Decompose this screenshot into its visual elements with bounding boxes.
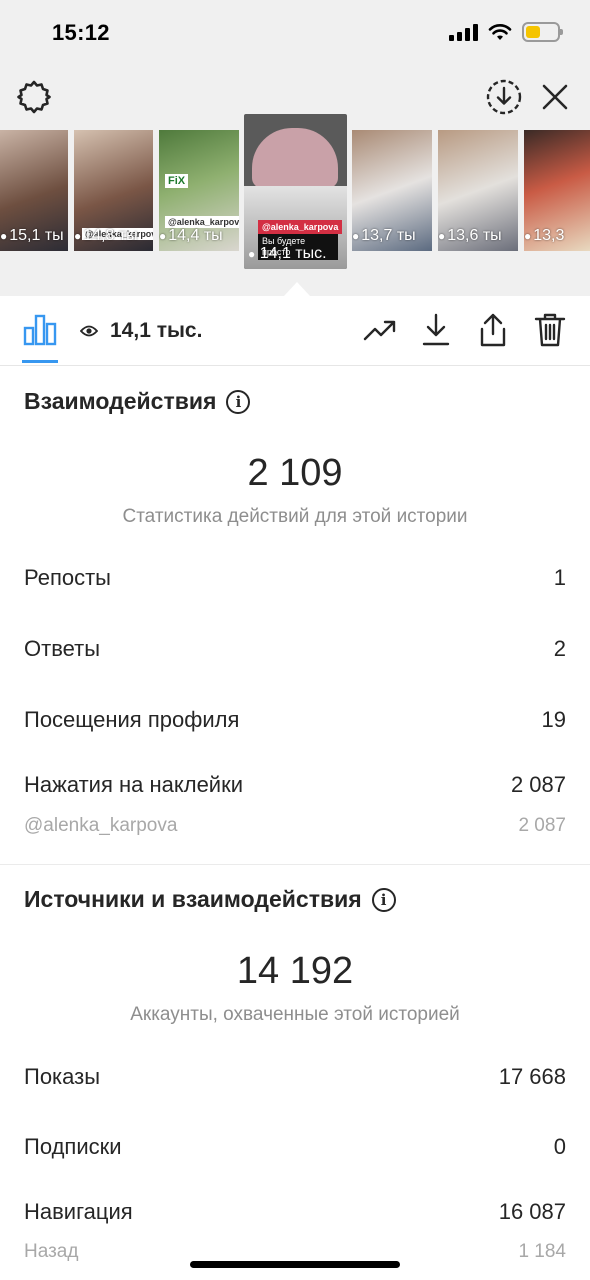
stat-row-reposts: Репосты 1 — [24, 565, 566, 590]
story-thumbnail[interactable]: @alenka_karpova ●14,8 ты — [74, 130, 153, 251]
insights-toolbar: 14,1 тыс. — [0, 296, 590, 366]
story-thumbnail[interactable]: FiX @alenka_karpova ● 14,4 ты — [159, 130, 239, 251]
discovery-total: 14 192 — [236, 950, 354, 992]
eye-icon — [80, 325, 98, 337]
story-views: ● 13,7 ты — [352, 227, 416, 244]
story-views: ● 15,1 ты — [0, 227, 64, 244]
story-thumbnail[interactable]: ● 15,1 ты — [0, 130, 68, 251]
story-thumbnail[interactable]: ● 13,7 ты — [352, 130, 432, 251]
eye-icon: ● — [524, 229, 532, 243]
interactions-caption: Статистика действий для этой истории — [122, 506, 468, 527]
toolbar-views: 14,1 тыс. — [80, 319, 202, 343]
stat-subrow-sticker: @alenka_karpova 2 087 — [24, 815, 566, 836]
eye-icon: ● — [352, 229, 360, 243]
story-header: 15:12 ●15,1 ты @alenka_karpova — [0, 0, 590, 296]
story-views: ● 14,1 тыс. — [248, 245, 327, 262]
story-views: ● 13,3 — [524, 227, 565, 244]
download-circle-icon[interactable] — [485, 78, 523, 116]
trash-icon[interactable] — [532, 312, 568, 348]
stat-subrow-back: Назад 1 184 — [24, 1241, 566, 1262]
status-time: 15:12 — [52, 20, 110, 45]
discovery-caption: Аккаунты, охваченные этой историей — [130, 1004, 460, 1025]
battery-icon — [522, 22, 563, 42]
stat-row-navigation: Навигация 16 087 — [24, 1199, 566, 1224]
bar-chart-icon[interactable] — [22, 312, 58, 348]
close-icon[interactable] — [536, 78, 574, 116]
section-title-interactions: Взаимодействия i — [24, 388, 251, 415]
story-views: ● 14,8 ты — [74, 227, 138, 244]
story-thumbnail[interactable]: ● 13,6 ты — [438, 130, 518, 251]
section-divider — [0, 864, 590, 865]
eye-icon: ● — [0, 229, 8, 243]
story-thumbnail-selected[interactable]: @alenka_karpova Вы будете просто ● 14,1 … — [244, 114, 347, 269]
story-tag: @alenka_karpova — [258, 220, 343, 234]
settings-gear-icon[interactable] — [15, 78, 53, 116]
info-icon[interactable]: i — [226, 389, 251, 414]
fix-badge: FiX — [165, 174, 189, 188]
home-indicator[interactable] — [190, 1261, 400, 1268]
stat-row-sticker-taps: Нажатия на наклейки 2 087 — [24, 772, 566, 797]
share-icon[interactable] — [475, 312, 511, 348]
story-views: ● 13,6 ты — [438, 227, 502, 244]
section-title-discovery: Источники и взаимодействия i — [24, 886, 396, 913]
eye-icon: ● — [248, 247, 256, 261]
stat-row-replies: Ответы 2 — [24, 636, 566, 661]
eye-icon: ● — [74, 229, 82, 243]
story-image — [252, 128, 338, 188]
stat-row-follows: Подписки 0 — [24, 1134, 566, 1159]
wifi-icon — [488, 23, 512, 40]
active-tab-indicator — [22, 360, 58, 363]
download-icon[interactable] — [418, 312, 454, 348]
trending-icon[interactable] — [362, 312, 398, 348]
eye-icon: ● — [438, 229, 446, 243]
status-icons — [449, 22, 563, 42]
info-icon[interactable]: i — [371, 887, 396, 912]
interactions-total: 2 109 — [247, 452, 343, 494]
story-views: ● 14,4 ты — [159, 227, 223, 244]
eye-icon: ● — [159, 229, 167, 243]
selection-pointer — [284, 282, 310, 296]
signal-icon — [449, 23, 478, 41]
story-thumbnail[interactable]: ● 13,3 — [524, 130, 590, 251]
stat-row-profile-visits: Посещения профиля 19 — [24, 707, 566, 732]
stat-row-impressions: Показы 17 668 — [24, 1064, 566, 1089]
